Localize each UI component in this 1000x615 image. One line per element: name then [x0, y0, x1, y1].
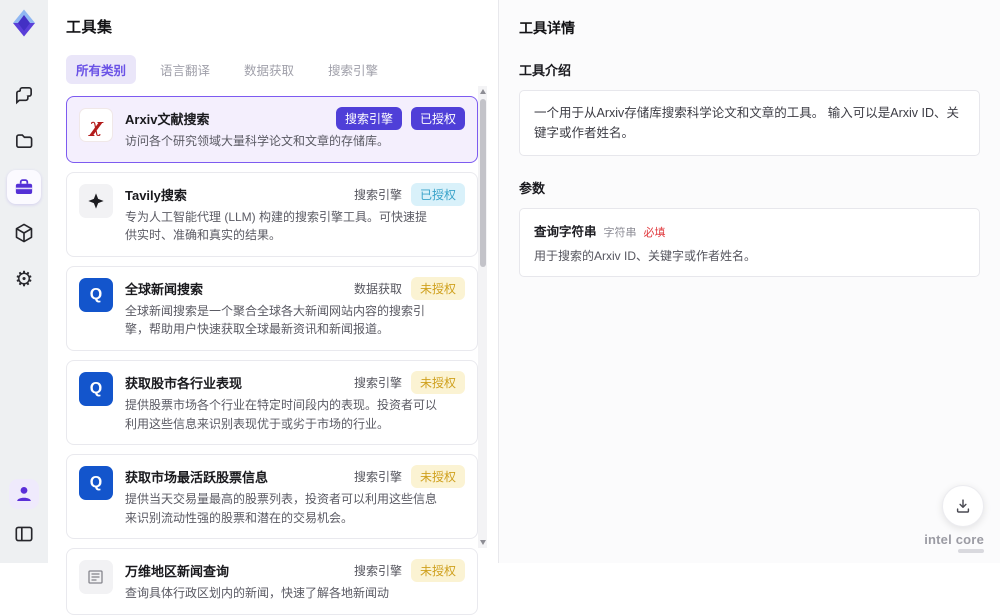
tool-badges: 搜索引擎 已授权 [354, 183, 465, 206]
params-heading: 参数 [519, 178, 980, 197]
tool-description: 访问各个研究领域大量科学论文和文章的存储库。 [125, 132, 389, 151]
tool-badges: 数据获取 未授权 [354, 277, 465, 300]
stock-tool-logo-icon: Q [79, 372, 113, 406]
param-description: 用于搜索的Arxiv ID、关键字或作者姓名。 [534, 247, 965, 264]
left-sidebar: ⚙ [0, 0, 48, 563]
param-type: 字符串 [604, 224, 637, 240]
scroll-up-arrow-icon[interactable] [480, 89, 486, 94]
category-label: 搜索引擎 [354, 468, 402, 485]
category-label: 搜索引擎 [354, 562, 402, 579]
news-search-logo-icon: Q [79, 278, 113, 312]
brand-text: intel core [924, 532, 984, 547]
tool-detail-panel: 工具详情 工具介绍 一个用于从Arxiv存储库搜索科学论文和文章的工具。 输入可… [498, 0, 1000, 563]
intro-text: 一个用于从Arxiv存储库搜索科学论文和文章的工具。 输入可以是Arxiv ID… [534, 103, 965, 143]
category-label: 搜索引擎 [354, 186, 402, 203]
stock-tool-logo-icon: Q [79, 466, 113, 500]
tool-list-panel: 工具集 所有类别 语言翻译 数据获取 搜索引擎 χ Arxiv文献搜索 访问各个… [48, 0, 498, 563]
scroll-down-arrow-icon[interactable] [480, 540, 486, 545]
list-scrollbar[interactable] [478, 86, 487, 548]
chat-icon[interactable] [7, 78, 41, 112]
tool-description: 查询具体行政区划内的新闻，快速了解各地新闻动 [125, 584, 389, 603]
tavily-logo-icon [79, 184, 113, 218]
tab-data-acquisition[interactable]: 数据获取 [234, 55, 304, 84]
tool-description: 全球新闻搜索是一个聚合全球各大新闻网站内容的搜索引擎，帮助用户快速获取全球最新资… [125, 302, 437, 339]
tool-card-tavily[interactable]: Tavily搜索 专为人工智能代理 (LLM) 构建的搜索引擎工具。可快速提供实… [66, 172, 478, 257]
tool-card-global-news[interactable]: Q 全球新闻搜索 全球新闻搜索是一个聚合全球各大新闻网站内容的搜索引擎，帮助用户… [66, 266, 478, 351]
tool-title: 万维地区新闻查询 [125, 561, 389, 580]
settings-icon[interactable]: ⚙ [7, 262, 41, 296]
app-logo-icon[interactable] [9, 8, 39, 38]
toolbox-icon[interactable] [7, 170, 41, 204]
param-required-flag: 必填 [644, 224, 666, 240]
category-label: 搜索引擎 [354, 374, 402, 391]
auth-badge: 未授权 [411, 465, 465, 488]
param-header: 查询字符串 字符串 必填 [534, 221, 965, 240]
tab-search-engine[interactable]: 搜索引擎 [318, 55, 388, 84]
tool-description: 提供股票市场各个行业在特定时间段内的表现。投资者可以利用这些信息来识别表现优于或… [125, 396, 437, 433]
package-icon[interactable] [7, 216, 41, 250]
tool-description: 提供当天交易量最高的股票列表，投资者可以利用这些信息来识别流动性强的股票和潜在的… [125, 490, 437, 527]
detail-title: 工具详情 [519, 18, 980, 38]
category-tabs: 所有类别 语言翻译 数据获取 搜索引擎 [66, 55, 498, 84]
gear-glyph: ⚙ [15, 269, 34, 290]
user-icon[interactable] [9, 479, 39, 509]
brand-sub-mark [958, 549, 984, 553]
newspaper-icon [79, 560, 113, 594]
tool-card-regional-news[interactable]: 万维地区新闻查询 查询具体行政区划内的新闻，快速了解各地新闻动 搜索引擎 未授权 [66, 548, 478, 615]
category-badge: 搜索引擎 [336, 107, 402, 130]
scrollbar-thumb[interactable] [480, 99, 486, 267]
folder-icon[interactable] [7, 124, 41, 158]
intro-box: 一个用于从Arxiv存储库搜索科学论文和文章的工具。 输入可以是Arxiv ID… [519, 90, 980, 156]
page-title: 工具集 [66, 16, 498, 37]
tool-card-sector-performance[interactable]: Q 获取股市各行业表现 提供股票市场各个行业在特定时间段内的表现。投资者可以利用… [66, 360, 478, 445]
tool-badges: 搜索引擎 未授权 [354, 371, 465, 394]
tool-card-arxiv[interactable]: χ Arxiv文献搜索 访问各个研究领域大量科学论文和文章的存储库。 搜索引擎 … [66, 96, 478, 163]
category-label: 数据获取 [354, 280, 402, 297]
layout-panel-icon[interactable] [7, 517, 41, 551]
auth-badge: 已授权 [411, 107, 465, 130]
arxiv-logo-icon: χ [79, 108, 113, 142]
param-box: 查询字符串 字符串 必填 用于搜索的Arxiv ID、关键字或作者姓名。 [519, 208, 980, 277]
tool-card-most-active-stocks[interactable]: Q 获取市场最活跃股票信息 提供当天交易量最高的股票列表，投资者可以利用这些信息… [66, 454, 478, 539]
sidebar-nav: ⚙ [0, 78, 48, 296]
auth-badge: 未授权 [411, 277, 465, 300]
download-button[interactable] [942, 485, 984, 527]
tab-all-categories[interactable]: 所有类别 [66, 55, 136, 84]
tool-badges: 搜索引擎 未授权 [354, 465, 465, 488]
auth-badge: 未授权 [411, 371, 465, 394]
tool-badges: 搜索引擎 已授权 [336, 107, 465, 130]
tool-list: χ Arxiv文献搜索 访问各个研究领域大量科学论文和文章的存储库。 搜索引擎 … [66, 96, 478, 615]
auth-badge: 已授权 [411, 183, 465, 206]
sidebar-bottom [0, 479, 48, 551]
intro-heading: 工具介绍 [519, 60, 980, 79]
tab-language-translation[interactable]: 语言翻译 [150, 55, 220, 84]
tool-description: 专为人工智能代理 (LLM) 构建的搜索引擎工具。可快速提供实时、准确和真实的结… [125, 208, 437, 245]
intel-core-logo: intel core [924, 532, 984, 553]
param-name: 查询字符串 [534, 221, 597, 240]
